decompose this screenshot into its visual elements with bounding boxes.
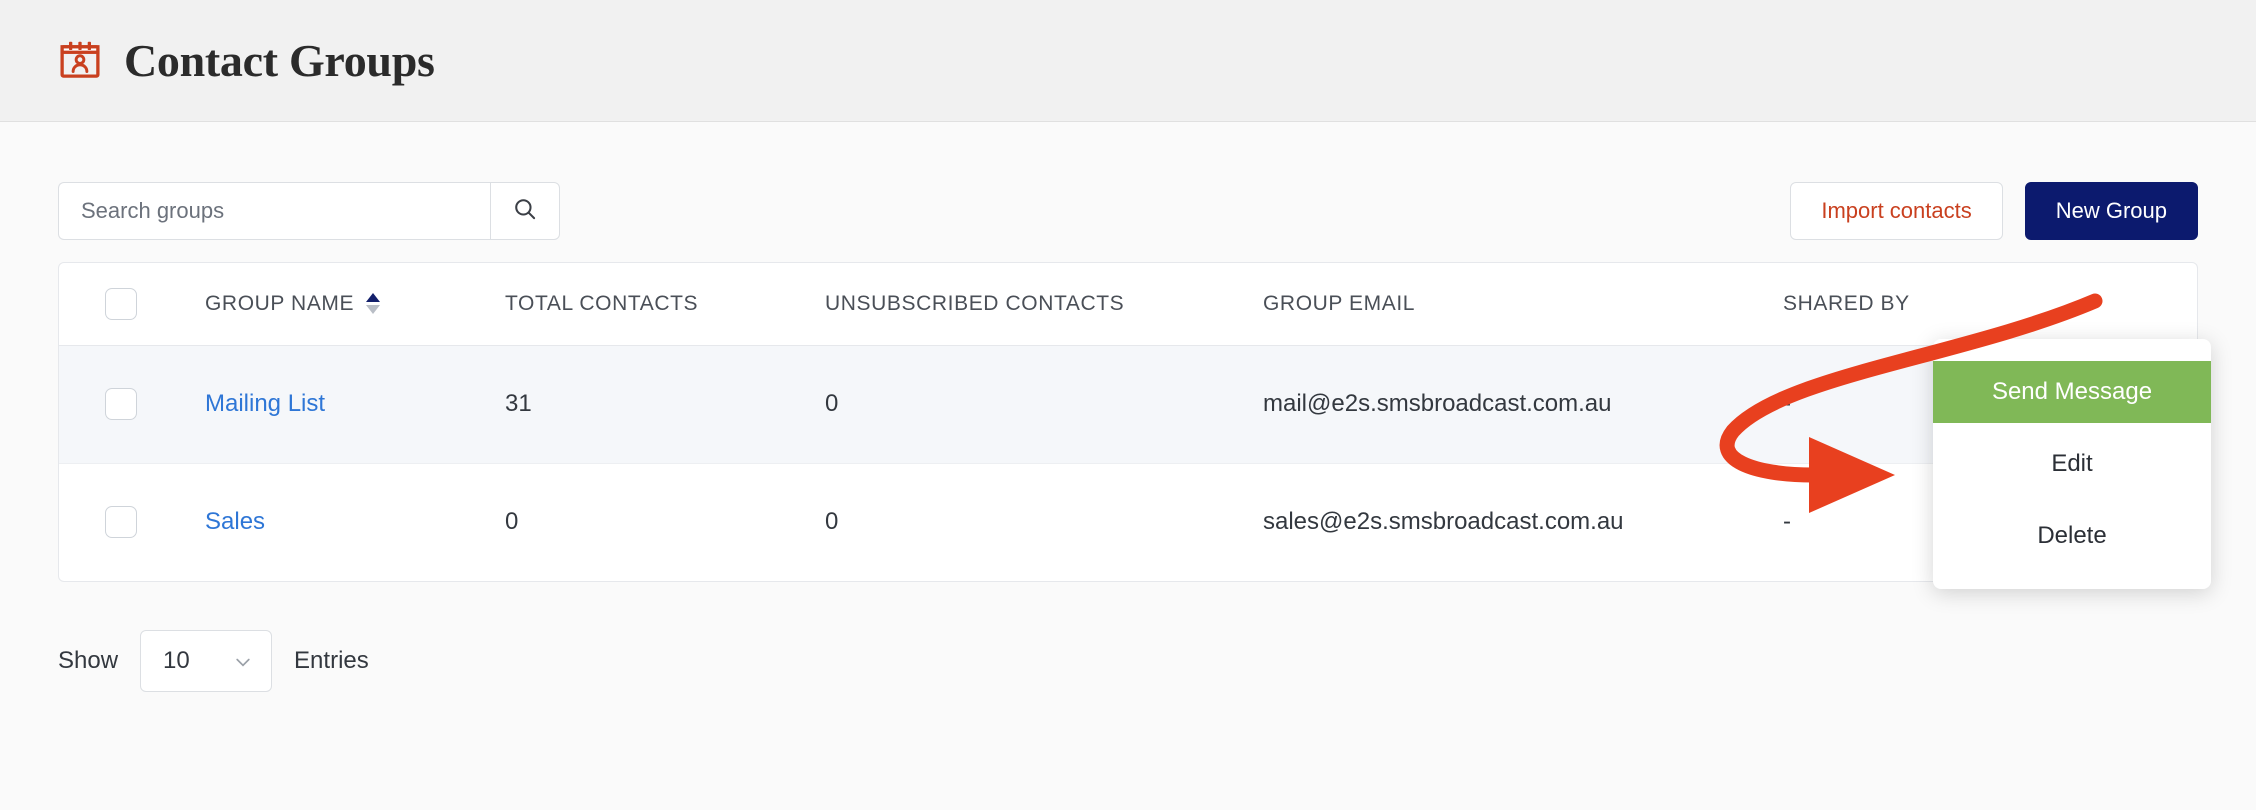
sort-arrows-icon[interactable]	[366, 293, 381, 315]
row-checkbox[interactable]	[105, 506, 137, 539]
contact-card-icon	[58, 39, 102, 83]
table-row[interactable]: Sales 0 0 sales@e2s.smsbroadcast.com.au …	[59, 463, 2199, 581]
column-label-total-contacts: TOTAL CONTACTS	[505, 291, 699, 315]
column-header-total-contacts: TOTAL CONTACTS	[505, 263, 825, 346]
entries-label: Entries	[294, 647, 369, 674]
page-title: Contact Groups	[124, 34, 435, 86]
import-contacts-button[interactable]: Import contacts	[1790, 182, 2003, 240]
cell-group-name: Sales	[205, 463, 505, 581]
title-row: Contact Groups	[58, 34, 435, 86]
toolbar: Import contacts New Group	[58, 122, 2198, 262]
table-body: Mailing List 31 0 mail@e2s.smsbroadcast.…	[59, 345, 2199, 581]
column-label-unsubscribed-contacts: UNSUBSCRIBED CONTACTS	[825, 291, 1125, 315]
menu-item-edit[interactable]: Edit	[1933, 433, 2211, 495]
column-label-group-name: GROUP NAME	[205, 291, 355, 315]
column-header-group-email: GROUP EMAIL	[1263, 263, 1783, 346]
toolbar-actions: Import contacts New Group	[1790, 182, 2198, 240]
sort-descending-icon	[366, 305, 381, 315]
row-actions-menu: Send Message Edit Delete	[1719, 293, 2211, 589]
column-header-actions	[2083, 263, 2199, 346]
cell-unsubscribed-contacts: 0	[825, 508, 839, 536]
table-header: GROUP NAME TOTAL CONTACTS UNSUBSCRIBED C…	[59, 263, 2199, 346]
search-group	[58, 182, 560, 240]
table-row[interactable]: Mailing List 31 0 mail@e2s.smsbroadcast.…	[59, 345, 2199, 463]
content-area: Import contacts New Group	[0, 122, 2256, 692]
column-label-group-email: GROUP EMAIL	[1263, 291, 1416, 315]
sort-ascending-icon	[366, 293, 381, 303]
search-button[interactable]	[490, 182, 560, 240]
new-group-button[interactable]: New Group	[2024, 182, 2198, 240]
contact-groups-table-card: GROUP NAME TOTAL CONTACTS UNSUBSCRIBED C…	[58, 262, 2211, 589]
show-label: Show	[58, 647, 119, 674]
group-name-link[interactable]: Sales	[205, 508, 265, 535]
search-input[interactable]	[58, 182, 490, 240]
cell-total-contacts: 0	[505, 508, 519, 536]
page-header: Contact Groups	[0, 0, 2256, 122]
entries-per-page-select[interactable]: 10	[140, 630, 273, 692]
cell-group-email: mail@e2s.smsbroadcast.com.au	[1263, 390, 1612, 417]
row-checkbox[interactable]	[105, 388, 137, 420]
chevron-down-icon	[233, 651, 253, 671]
cell-unsubscribed-contacts: 0	[825, 390, 839, 417]
row-select-cell	[59, 463, 205, 581]
search-icon	[512, 196, 538, 227]
table-header-row: GROUP NAME TOTAL CONTACTS UNSUBSCRIBED C…	[59, 263, 2199, 346]
entries-per-page-value: 10	[163, 647, 190, 674]
select-all-checkbox[interactable]	[105, 287, 137, 320]
column-header-group-name[interactable]: GROUP NAME	[205, 263, 505, 346]
table-footer: Show 10 Entries	[58, 582, 2198, 692]
column-header-shared-by: SHARED BY	[1783, 263, 2083, 346]
select-all-header	[59, 263, 205, 346]
row-select-cell	[59, 345, 205, 463]
cell-total-contacts: 31	[505, 390, 532, 417]
column-header-unsubscribed-contacts: UNSUBSCRIBED CONTACTS	[825, 263, 1263, 346]
cell-group-email: sales@e2s.smsbroadcast.com.au	[1263, 508, 1624, 536]
cell-group-name: Mailing List	[205, 345, 505, 463]
group-name-link[interactable]: Mailing List	[205, 390, 325, 417]
menu-item-send-message[interactable]: Send Message	[1933, 361, 2211, 423]
menu-item-delete[interactable]: Delete	[1933, 505, 2211, 567]
column-label-shared-by: SHARED BY	[1783, 291, 1910, 315]
contact-groups-table: GROUP NAME TOTAL CONTACTS UNSUBSCRIBED C…	[59, 263, 2199, 581]
